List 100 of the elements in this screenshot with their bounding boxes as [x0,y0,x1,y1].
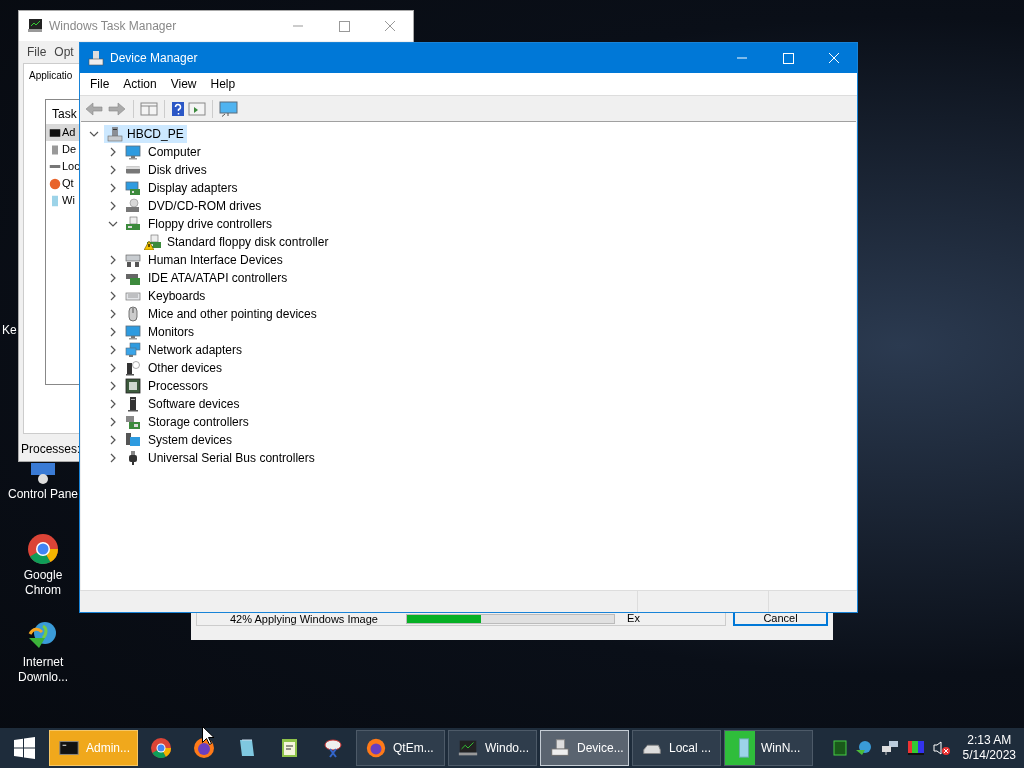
menu-item[interactable]: File [23,43,51,61]
expand-chevron[interactable] [108,417,118,427]
taskbar-button[interactable]: Windo... [448,730,537,766]
disc-drive-icon [125,198,141,214]
unknown-device-icon [125,360,141,376]
expand-chevron[interactable] [108,453,118,463]
speaker-muted-icon[interactable] [932,740,951,756]
dialog-button[interactable]: Ex [586,612,681,626]
expand-chevron[interactable] [108,363,118,373]
desktop-icon-label[interactable]: Internet Downlo... [6,655,80,685]
device-icon [125,396,141,412]
network-icon[interactable] [880,740,899,756]
download-manager-icon[interactable] [854,740,873,756]
taskbar-button[interactable]: QtEm... [356,730,445,766]
update-driver-icon[interactable] [188,100,206,117]
task-row[interactable]: Wi [46,192,79,209]
expand-chevron[interactable] [108,327,118,337]
device-manager-icon [549,737,571,759]
expand-chevron[interactable] [108,273,118,283]
console-icon [49,126,61,139]
taskbar-button[interactable]: Local ... [632,730,721,766]
chip-icon [125,378,141,394]
desktop-icon-label[interactable]: Control Pane [6,487,80,502]
expand-chevron[interactable] [108,165,118,175]
tree-item[interactable]: Display adapters [148,179,238,197]
desktop-icon-label[interactable]: Ke [2,321,17,339]
tree-item[interactable]: Processors [148,377,209,395]
tree-item[interactable]: DVD/CD-ROM drives [148,197,262,215]
task-manager-icon [27,18,43,34]
task-row[interactable]: De [46,141,79,158]
task-name: De [62,142,77,158]
tree-item[interactable]: Mice and other pointing devices [148,305,317,323]
controller-card-icon [125,414,141,430]
menu-item[interactable]: Action [116,75,164,93]
expand-chevron[interactable] [108,435,118,445]
collapse-chevron[interactable] [108,219,118,229]
browser-icon [49,177,61,190]
tree-item[interactable]: IDE ATA/ATAPI controllers [148,269,288,287]
tree-item[interactable]: Keyboards [148,287,206,305]
task-row[interactable]: Ad [46,124,79,141]
expand-chevron[interactable] [108,183,118,193]
chrome-icon[interactable] [27,533,59,565]
task-row[interactable]: Loc [46,158,79,175]
menu-item[interactable]: View [163,75,204,93]
window-title: Device Manager [110,50,199,67]
tree-item[interactable]: Human Interface Devices [148,251,283,269]
drive-icon [125,166,141,174]
clock-time[interactable]: 2:13 AM [967,733,1012,748]
tree-item[interactable]: Standard floppy disk controller [166,233,330,251]
scan-monitor-icon[interactable] [219,100,239,117]
tree-item[interactable]: Storage controllers [148,413,249,431]
expand-chevron[interactable] [108,291,118,301]
tree-item[interactable]: System devices [148,431,233,449]
system-device-icon [125,432,141,448]
tree-item[interactable]: Disk drives [148,161,207,179]
menu-item[interactable]: Opt [50,43,78,61]
mouse-pointer-icon [202,726,214,745]
tree-item[interactable]: Universal Serial Bus controllers [148,449,315,467]
network-icon [125,342,141,358]
desktop-icon-label[interactable]: Google Chrom [6,568,80,598]
column-header[interactable]: Task [46,100,77,124]
expand-chevron[interactable] [108,255,118,265]
help-icon[interactable] [171,100,185,117]
tab[interactable]: Applicatio [29,68,73,83]
tree-item[interactable]: Computer [148,143,201,161]
tree-item[interactable]: Monitors [148,323,194,341]
task-name: Qt [62,176,74,192]
collapse-chevron[interactable] [89,129,99,139]
fox-icon [365,737,387,759]
monitor-icon [125,144,141,160]
clock-date[interactable]: 5/14/2023 [962,748,1016,763]
expand-chevron[interactable] [108,201,118,211]
monitor-icon [125,324,141,340]
task-name: Ad [62,125,76,141]
menu-item[interactable]: File [83,75,117,93]
tree-root-item[interactable]: HBCD_PE [104,125,187,143]
expand-chevron[interactable] [108,309,118,319]
tree-item[interactable]: Other devices [148,359,223,377]
menu-item[interactable]: Help [203,75,243,93]
expand-chevron[interactable] [108,399,118,409]
chrome-icon[interactable] [149,736,173,760]
floppy-controller-icon [125,216,141,232]
device-icon [49,143,61,156]
status-text: Processes: [20,441,81,458]
tree-item[interactable]: Floppy drive controllers [148,215,273,233]
window-title: Windows Task Manager [49,18,178,35]
color-display-icon[interactable] [906,740,925,756]
installer-icon [49,194,61,207]
tree-item[interactable]: Software devices [148,395,240,413]
expand-chevron[interactable] [108,147,118,157]
tray-grid-icon[interactable] [832,740,847,756]
taskbar-button[interactable]: Device... [540,730,629,766]
progress-status: 42% Applying Windows Image [229,612,378,625]
tree-item[interactable]: Network adapters [148,341,243,359]
display-card-icon [125,180,141,196]
task-row[interactable]: Qt [46,175,79,192]
expand-chevron[interactable] [108,345,118,355]
computer-icon [107,126,123,142]
expand-chevron[interactable] [108,381,118,391]
taskbar-button[interactable]: WinN... [724,730,813,766]
